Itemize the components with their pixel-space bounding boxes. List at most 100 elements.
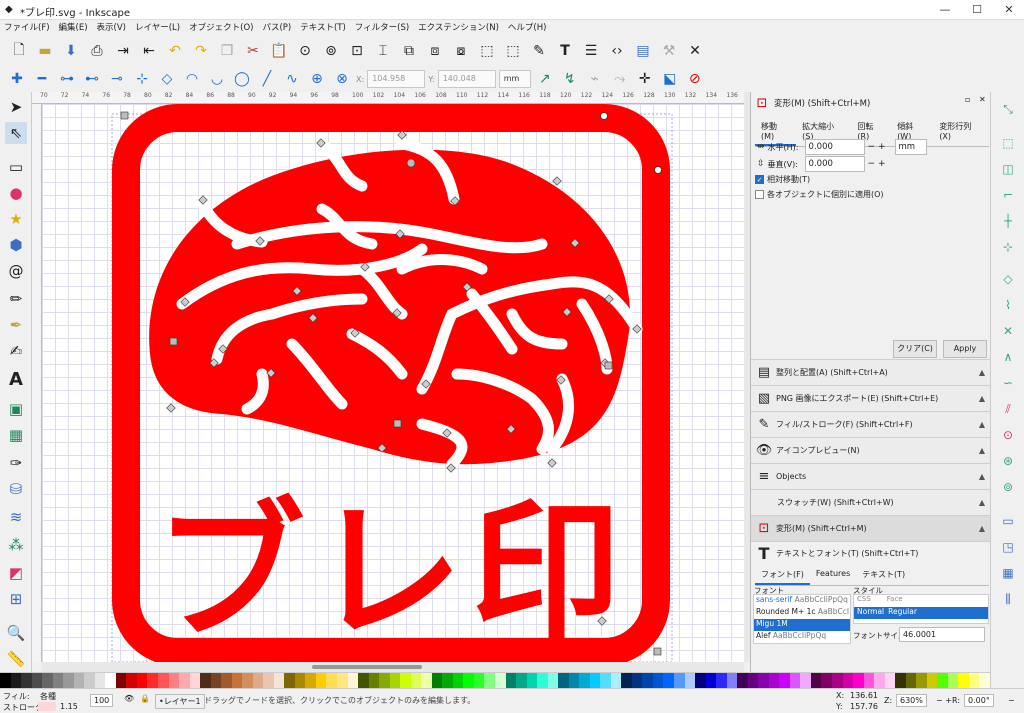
- palette-swatch[interactable]: [674, 673, 685, 688]
- undo-icon[interactable]: ↶: [164, 40, 186, 62]
- snap-grid-icon[interactable]: ▦: [997, 562, 1019, 584]
- unlink-clone-icon[interactable]: ⧇: [450, 40, 472, 62]
- fill-value[interactable]: 各種: [40, 691, 56, 702]
- spray-tool-icon[interactable]: ⁂: [5, 534, 27, 556]
- palette-swatch[interactable]: [94, 673, 106, 688]
- palette-swatch[interactable]: [568, 673, 580, 688]
- palette-swatch[interactable]: [42, 673, 53, 688]
- palette-swatch[interactable]: [73, 673, 85, 688]
- eye-icon[interactable]: 👁: [124, 694, 134, 703]
- lock-icon[interactable]: 🔒: [140, 694, 150, 703]
- segment-line-icon[interactable]: ╱: [256, 68, 278, 90]
- palette-swatch[interactable]: [105, 673, 116, 688]
- palette-swatch[interactable]: [821, 673, 832, 688]
- unit-select[interactable]: mm: [498, 70, 531, 88]
- palette-swatch[interactable]: [863, 673, 875, 688]
- palette-swatch[interactable]: [947, 673, 959, 688]
- duplicate-icon[interactable]: ⧉: [398, 40, 420, 62]
- rotation-stepper[interactable]: −: [1008, 696, 1015, 705]
- gradient-tool-icon[interactable]: ▣: [5, 398, 27, 420]
- style-list-item-selected[interactable]: Normal Regular: [854, 607, 988, 619]
- menu-view[interactable]: 表示(V): [97, 20, 126, 36]
- object-to-path-icon[interactable]: ⊕: [306, 68, 328, 90]
- palette-swatch[interactable]: [810, 673, 822, 688]
- palette-swatch[interactable]: [884, 673, 896, 688]
- palette-swatch[interactable]: [831, 673, 843, 688]
- snap-intersections-icon[interactable]: ✕: [997, 320, 1019, 342]
- palette-swatch[interactable]: [84, 673, 95, 688]
- dock-close-icon[interactable]: ✕: [979, 95, 986, 104]
- palette-swatch[interactable]: [589, 673, 601, 688]
- ellipse-tool-icon[interactable]: ●: [5, 182, 27, 204]
- palette-swatch[interactable]: [916, 673, 927, 688]
- palette-swatch[interactable]: [610, 673, 622, 688]
- align-icon[interactable]: ▤: [632, 40, 654, 62]
- dock-png-export[interactable]: ▧ PNG 画像にエクスポート(E) (Shift+Ctrl+E) ▲: [751, 385, 991, 411]
- palette-swatch[interactable]: [273, 673, 285, 688]
- palette-swatch[interactable]: [200, 673, 211, 688]
- palette-swatch[interactable]: [189, 673, 201, 688]
- stamp-artwork[interactable]: ブレ印: [42, 104, 744, 662]
- palette-swatch[interactable]: [979, 673, 990, 688]
- palette-swatch[interactable]: [221, 673, 232, 688]
- palette-swatch[interactable]: [473, 673, 485, 688]
- dock-icon-preview[interactable]: 👁 アイコンプレビュー(N) ▲: [751, 437, 991, 463]
- snap-cusp-icon[interactable]: ∧: [997, 346, 1019, 368]
- palette-swatch[interactable]: [410, 673, 422, 688]
- palette-swatch[interactable]: [758, 673, 769, 688]
- snap-bbox-icon[interactable]: ⬚: [997, 132, 1019, 154]
- palette-swatch[interactable]: [31, 673, 43, 688]
- snap-guide-icon[interactable]: ⫼: [997, 588, 1019, 610]
- zoom-page-icon[interactable]: ⊡: [346, 40, 368, 62]
- snap-bbox-midpoint-icon[interactable]: ┼: [997, 210, 1019, 232]
- mesh-tool-icon[interactable]: ▦: [5, 424, 27, 446]
- palette-swatch[interactable]: [737, 673, 748, 688]
- palette-swatch[interactable]: [337, 673, 348, 688]
- zoom-tool-icon[interactable]: 🔍: [5, 622, 27, 644]
- snap-bbox-corner-icon[interactable]: ⌐: [997, 184, 1019, 206]
- palette-swatch[interactable]: [537, 673, 548, 688]
- palette-swatch[interactable]: [684, 673, 696, 688]
- show-mask-icon[interactable]: ⬕: [659, 68, 681, 90]
- break-path-icon[interactable]: ⊷: [81, 68, 103, 90]
- palette-swatch[interactable]: [179, 673, 190, 688]
- palette-swatch[interactable]: [958, 673, 969, 688]
- zoom-field[interactable]: 630%: [896, 694, 927, 707]
- relative-move-checkbox[interactable]: ✓: [755, 175, 764, 184]
- color-palette[interactable]: [0, 672, 990, 688]
- menu-help[interactable]: ヘルプ(H): [508, 20, 547, 36]
- snap-bbox-edge-icon[interactable]: ◫: [997, 158, 1019, 180]
- palette-swatch[interactable]: [779, 673, 790, 688]
- x-coordinate-field[interactable]: 104.958: [367, 70, 426, 88]
- paint-bucket-tool-icon[interactable]: ⛁: [5, 478, 27, 500]
- insert-node-icon[interactable]: ✚: [6, 68, 28, 90]
- dock-align[interactable]: ▤ 整列と配置(A) (Shift+Ctrl+A) ▲: [751, 359, 991, 385]
- palette-swatch[interactable]: [726, 673, 738, 688]
- new-document-icon[interactable]: 🗋: [8, 40, 30, 62]
- zoom-width-icon[interactable]: ⌶: [372, 40, 394, 62]
- delete-node-icon[interactable]: ━: [31, 68, 53, 90]
- stroke-width-value[interactable]: 1.15: [60, 702, 78, 711]
- selector-tool-icon[interactable]: ➤: [5, 96, 27, 118]
- text-tool-icon[interactable]: A: [5, 368, 27, 390]
- font-list-item[interactable]: Alef AaBbCcIiPpQq: [754, 631, 850, 643]
- palette-swatch[interactable]: [252, 673, 264, 688]
- menu-edit[interactable]: 編集(E): [59, 20, 88, 36]
- palette-swatch[interactable]: [695, 673, 706, 688]
- document-properties-icon[interactable]: ✕: [684, 40, 706, 62]
- palette-swatch[interactable]: [421, 673, 432, 688]
- show-transform-handles-icon[interactable]: ↗: [534, 68, 556, 90]
- palette-swatch[interactable]: [368, 673, 380, 688]
- measure-tool-icon[interactable]: 📏: [5, 648, 27, 670]
- snap-page-icon[interactable]: ▭: [997, 510, 1019, 532]
- show-handles-icon[interactable]: ↯: [559, 68, 581, 90]
- tab-features[interactable]: Features: [810, 566, 856, 585]
- xml-editor-icon[interactable]: ‹›: [606, 40, 628, 62]
- palette-swatch[interactable]: [926, 673, 938, 688]
- font-list-item[interactable]: Rounded M+ 1c AaBbCcI: [754, 607, 850, 619]
- palette-swatch[interactable]: [895, 673, 906, 688]
- menu-text[interactable]: テキスト(T): [300, 20, 346, 36]
- join-nodes-icon[interactable]: ⊶: [56, 68, 78, 90]
- layer-select[interactable]: •レイヤー1: [155, 694, 205, 709]
- palette-swatch[interactable]: [63, 673, 74, 688]
